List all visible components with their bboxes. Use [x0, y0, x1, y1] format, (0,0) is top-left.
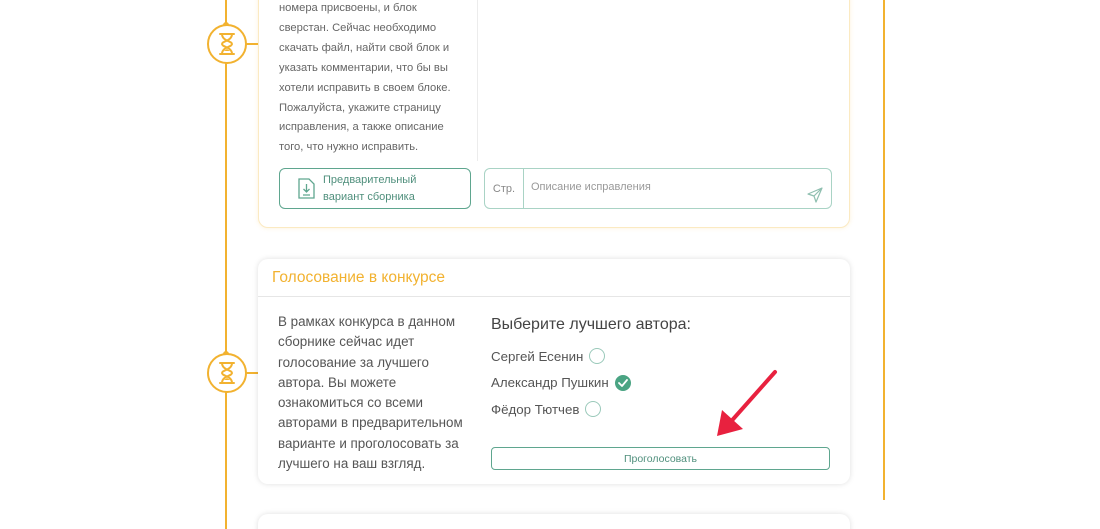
- download-preview-button[interactable]: Предварительный вариант сборника: [279, 168, 471, 209]
- voting-card-title: Голосование в конкурсе: [258, 259, 850, 297]
- author-vote-form: Выберите лучшего автора: Сергей Есенин А…: [491, 316, 831, 423]
- radio-button[interactable]: [589, 348, 606, 365]
- radio-button-selected[interactable]: [614, 374, 631, 391]
- timeline-line-left: [225, 0, 227, 529]
- correction-card: номера присвоены, и блок сверстан. Сейча…: [258, 0, 850, 228]
- red-arrow-icon: [717, 370, 777, 436]
- author-option[interactable]: Александр Пушкин: [491, 370, 831, 397]
- vote-button[interactable]: Проголосовать: [491, 447, 830, 470]
- correction-description-input[interactable]: Описание исправления: [524, 181, 807, 193]
- vote-prompt: Выберите лучшего автора:: [491, 316, 691, 333]
- column-divider: [477, 0, 478, 161]
- correction-instructions: номера присвоены, и блок сверстан. Сейча…: [279, 2, 451, 154]
- hourglass-icon: [207, 24, 247, 64]
- hourglass-icon: [207, 353, 247, 393]
- next-card: [258, 514, 850, 529]
- voting-description: В рамках конкурса в данном сборнике сейч…: [278, 314, 463, 472]
- correction-form: Стр. Описание исправления: [484, 168, 832, 209]
- send-icon[interactable]: [807, 186, 823, 203]
- check-icon: [617, 378, 628, 387]
- timeline-line-right: [883, 0, 885, 500]
- radio-button[interactable]: [585, 401, 602, 418]
- author-option[interactable]: Фёдор Тютчев: [491, 396, 831, 423]
- download-preview-label: Предварительный вариант сборника: [323, 173, 417, 203]
- author-option[interactable]: Сергей Есенин: [491, 343, 831, 370]
- page-number-input[interactable]: Стр.: [485, 169, 524, 208]
- download-document-icon: [298, 178, 315, 199]
